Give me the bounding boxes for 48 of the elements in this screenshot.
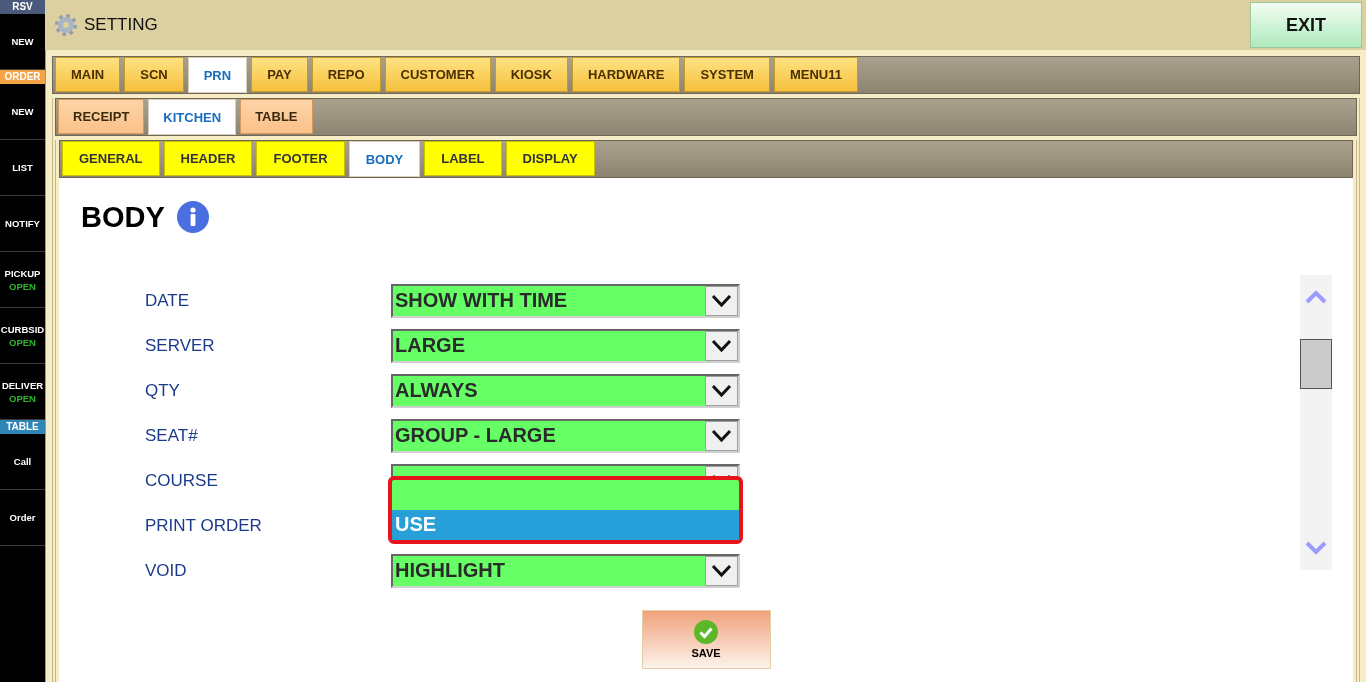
- tab[interactable]: BODY: [348, 141, 421, 177]
- tab[interactable]: HARDWARE: [571, 57, 681, 92]
- chevron-down-icon[interactable]: [705, 375, 738, 406]
- section-header: TABLE: [0, 420, 45, 434]
- dropdown[interactable]: LARGE: [391, 328, 740, 363]
- chevron-down-icon[interactable]: [705, 420, 738, 451]
- field-label: VOID: [145, 560, 188, 581]
- dropdown[interactable]: SHOW WITH TIME: [391, 283, 740, 318]
- dropdown[interactable]: HIGHLIGHT: [391, 553, 740, 588]
- tab[interactable]: KIOSK: [494, 57, 568, 92]
- page-title: SETTING: [84, 15, 158, 35]
- gear-icon: [55, 14, 77, 36]
- info-icon[interactable]: [176, 201, 209, 233]
- tab[interactable]: REPO: [311, 57, 381, 92]
- tab[interactable]: PAY: [251, 57, 308, 92]
- scrollbar[interactable]: [1300, 275, 1332, 570]
- tab[interactable]: LABEL: [424, 141, 502, 176]
- tab[interactable]: SCN: [124, 57, 184, 92]
- field-label: QTY: [145, 380, 181, 401]
- tab[interactable]: DISPLAY: [505, 141, 595, 176]
- tab[interactable]: CUSTOMER: [384, 57, 491, 92]
- section-title: BODY: [81, 200, 165, 234]
- chevron-down-icon[interactable]: [705, 285, 738, 316]
- scrollbar-thumb[interactable]: [1300, 339, 1332, 389]
- tab[interactable]: MAIN: [55, 57, 121, 92]
- section-header: RSV: [0, 0, 45, 14]
- exit-button[interactable]: EXIT: [1250, 2, 1362, 48]
- chevron-down-icon[interactable]: [705, 555, 738, 586]
- section-header: ORDER: [0, 70, 45, 84]
- tab[interactable]: HEADER: [163, 141, 253, 176]
- tab[interactable]: TABLE: [240, 99, 313, 134]
- tab[interactable]: GENERAL: [62, 141, 160, 176]
- tab[interactable]: RECEIPT: [58, 99, 145, 134]
- tab[interactable]: KITCHEN: [148, 99, 237, 135]
- field-label: PRINT ORDER: [145, 515, 263, 536]
- field-label: COURSE: [145, 470, 219, 491]
- tab[interactable]: MENU11: [773, 57, 858, 92]
- dropdown[interactable]: GROUP - LARGE: [391, 418, 740, 453]
- field-label: SEAT#: [145, 425, 199, 446]
- tab[interactable]: SYSTEM: [684, 57, 770, 92]
- field-label: SERVER: [145, 335, 216, 356]
- chevron-down-icon[interactable]: [705, 330, 738, 361]
- field-label: DATE: [145, 290, 191, 311]
- dropdown[interactable]: ALWAYS: [391, 373, 740, 408]
- save-button[interactable]: SAVE: [641, 610, 771, 669]
- checkmark-icon: [694, 620, 718, 644]
- tab[interactable]: PRN: [187, 57, 248, 93]
- tab[interactable]: FOOTER: [256, 141, 345, 176]
